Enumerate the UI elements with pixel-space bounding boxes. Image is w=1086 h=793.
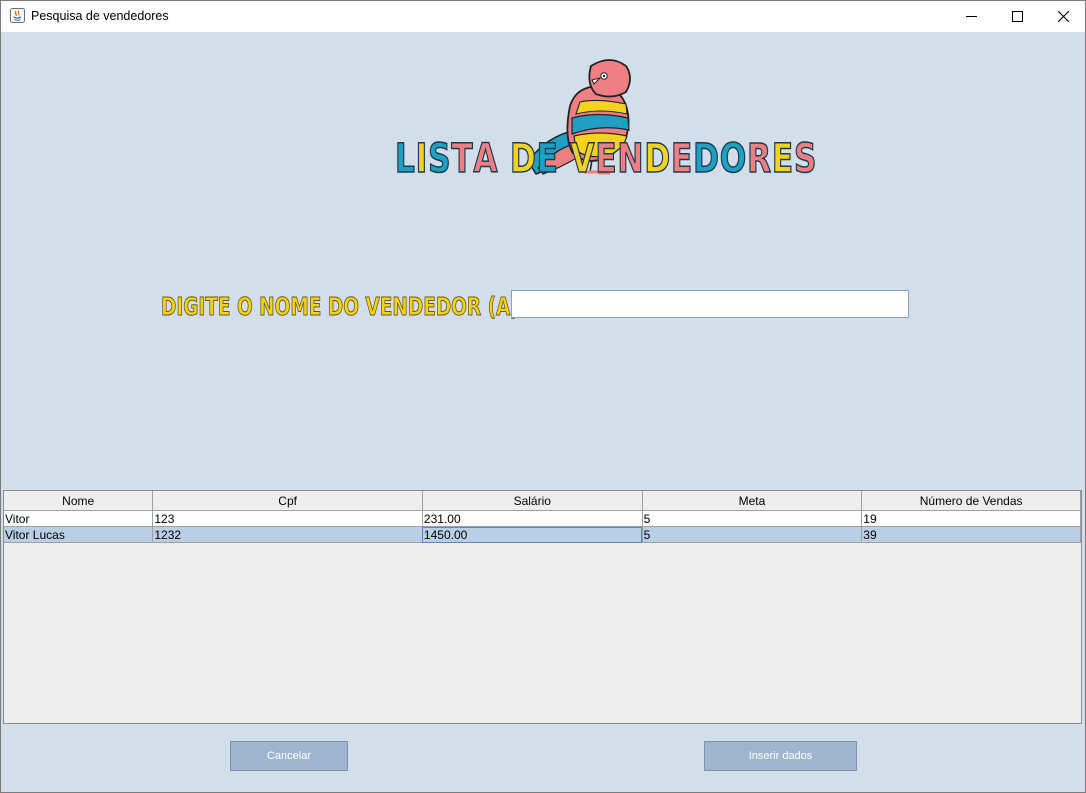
maximize-icon xyxy=(1011,11,1023,22)
table-cell[interactable]: 5 xyxy=(642,510,863,527)
table-row[interactable]: Vitor 123 231.00 5 19 xyxy=(4,510,1081,527)
minimize-icon xyxy=(965,16,977,17)
table-row-selected[interactable]: Vitor Lucas 1232 1450.00 5 39 xyxy=(4,526,1081,543)
search-input[interactable] xyxy=(511,290,909,318)
table-header-row: Nome Cpf Salário Meta Número de Vendas xyxy=(4,491,1081,511)
table-cell[interactable]: 1232 xyxy=(152,526,423,543)
logo-title: LISTA DE VENDEDORES xyxy=(394,135,818,183)
search-label: DIGITE O NOME DO VENDEDOR (A): xyxy=(161,292,527,322)
cancel-button[interactable]: Cancelar xyxy=(230,741,348,771)
table-cell[interactable]: 39 xyxy=(861,526,1081,543)
table-cell[interactable]: 19 xyxy=(861,510,1081,527)
column-header-cpf[interactable]: Cpf xyxy=(152,491,423,511)
table-cell[interactable]: Vitor Lucas xyxy=(4,526,154,543)
minimize-button[interactable] xyxy=(948,1,994,32)
column-header-meta[interactable]: Meta xyxy=(642,491,863,511)
close-button[interactable] xyxy=(1040,1,1086,32)
insert-data-button[interactable]: Inserir dados xyxy=(704,741,857,771)
column-header-salario[interactable]: Salário xyxy=(422,491,643,511)
title-bar[interactable]: Pesquisa de vendedores xyxy=(1,1,1085,32)
vendors-table[interactable]: Nome Cpf Salário Meta Número de Vendas V… xyxy=(3,490,1082,724)
table-cell[interactable]: Vitor xyxy=(4,510,154,527)
table-cell[interactable]: 5 xyxy=(642,526,863,543)
column-header-numero-de-vendas[interactable]: Número de Vendas xyxy=(861,491,1081,511)
content-panel: LISTA DE VENDEDORES DIGITE O NOME DO VEN… xyxy=(3,32,1083,785)
maximize-button[interactable] xyxy=(994,1,1040,32)
java-app-icon xyxy=(10,8,25,23)
table-cell[interactable]: 231.00 xyxy=(422,510,643,527)
column-header-nome[interactable]: Nome xyxy=(4,491,154,511)
app-window: Pesquisa de vendedores LISTA DE VENDEDOR… xyxy=(0,0,1086,793)
close-icon xyxy=(1057,11,1069,22)
window-title: Pesquisa de vendedores xyxy=(31,9,169,23)
table-cell[interactable]: 123 xyxy=(152,510,423,527)
table-cell-focused[interactable]: 1450.00 xyxy=(422,526,643,543)
